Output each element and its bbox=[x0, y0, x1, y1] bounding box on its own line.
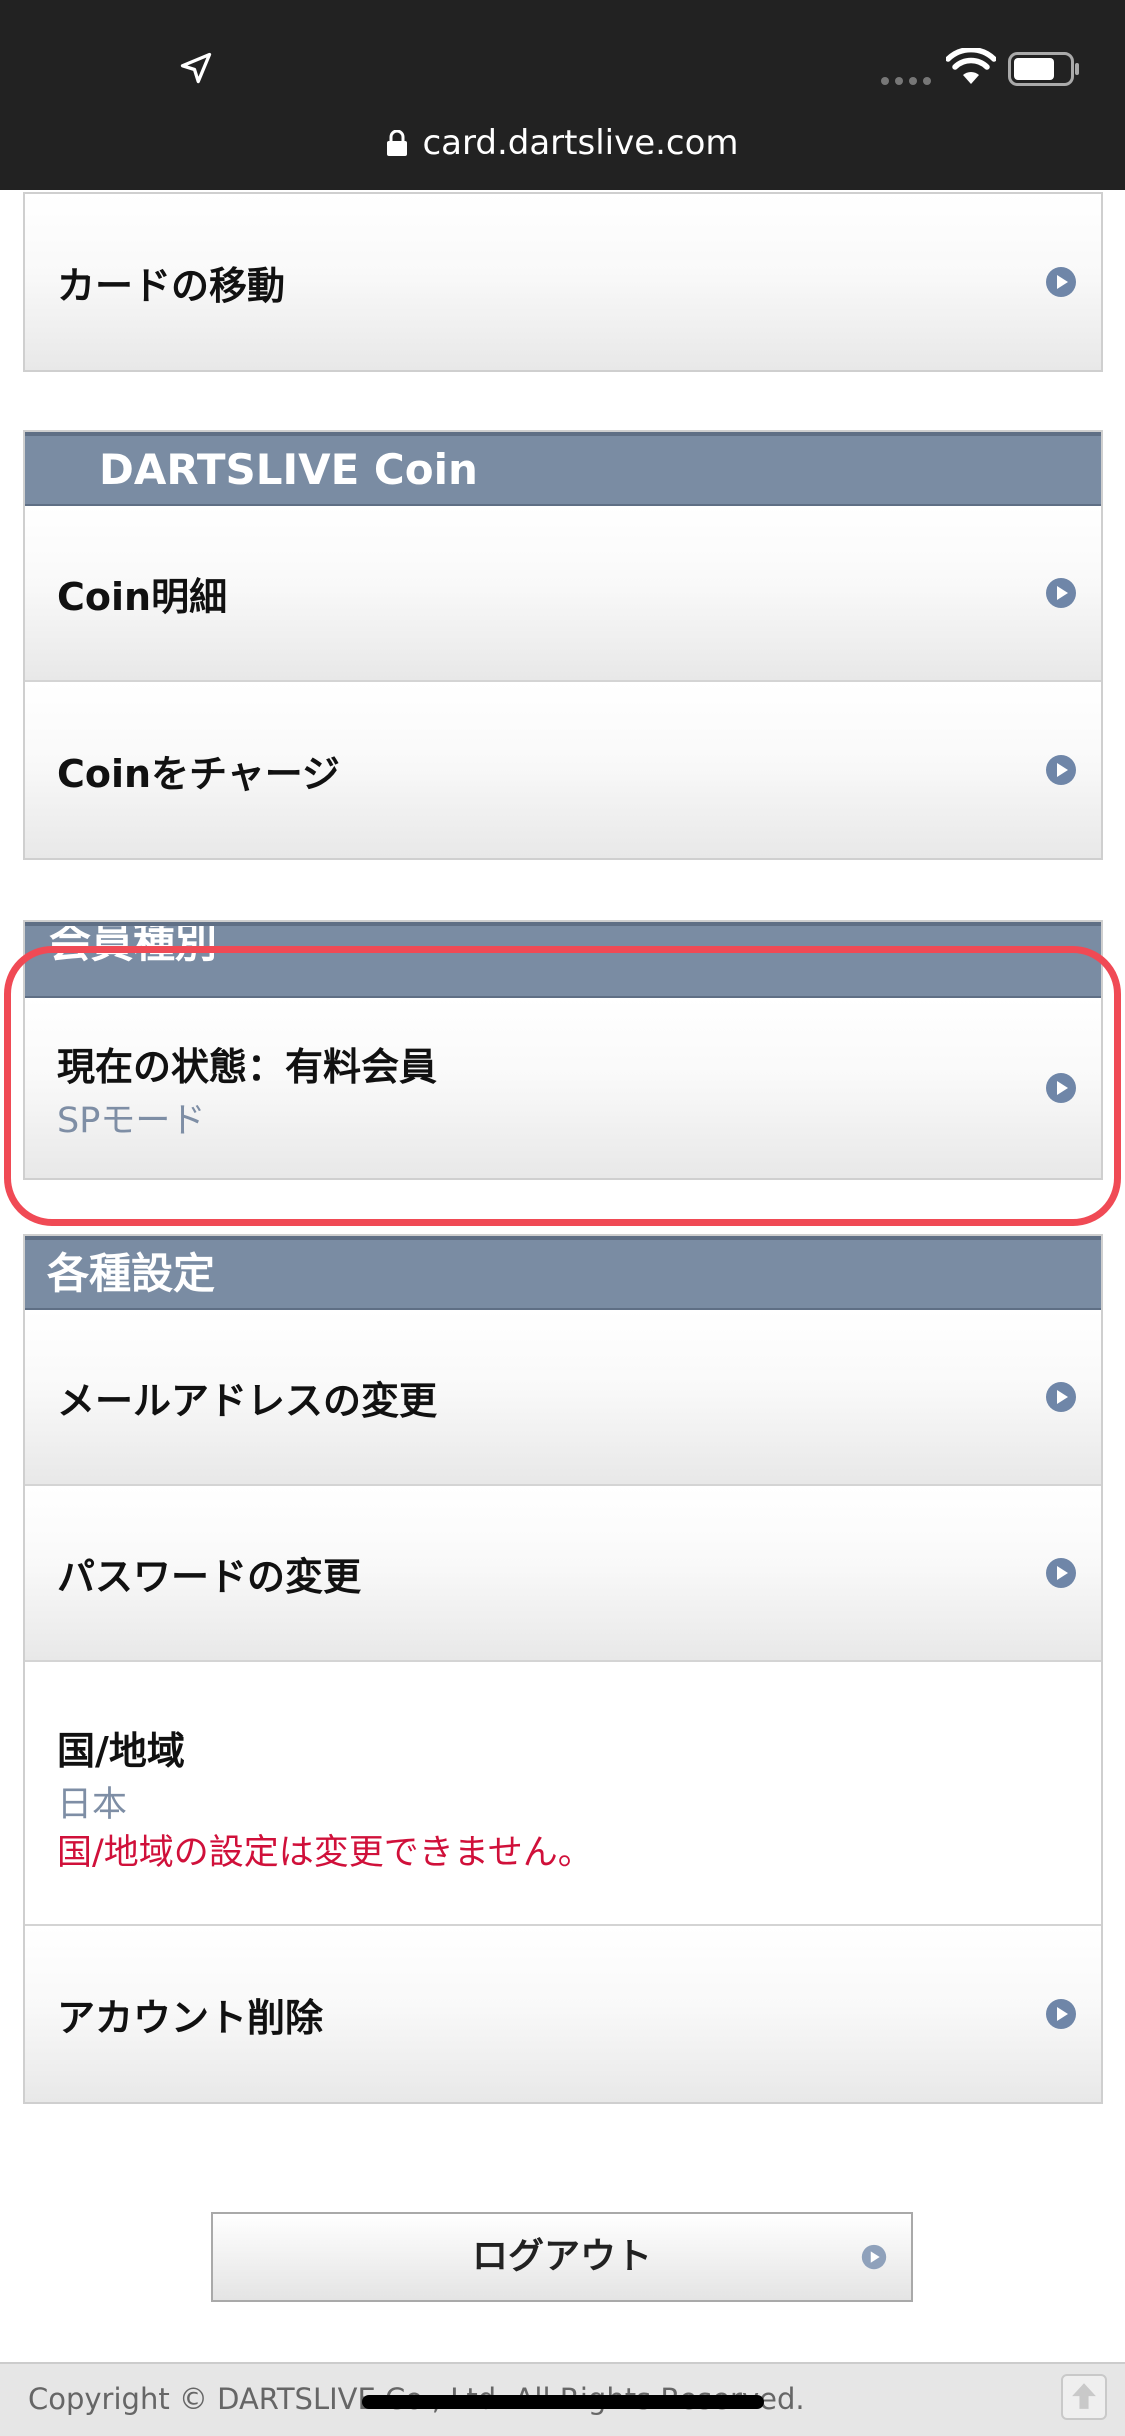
section-title-settings: 各種設定 bbox=[25, 1236, 1101, 1310]
membership-section: 会員種別 現在の状態：有料会員 SPモード bbox=[23, 920, 1103, 1180]
menu-item-label: カードの移動 bbox=[57, 263, 286, 308]
settings-section: 各種設定 メールアドレスの変更 パスワードの変更 国/地域 日本 国/地域の設定… bbox=[23, 1234, 1103, 2104]
card-move-box: カードの移動 bbox=[23, 192, 1103, 372]
membership-mode-text: SPモード bbox=[57, 1101, 206, 1141]
cellular-signal-icon bbox=[881, 77, 931, 85]
arrow-right-icon bbox=[1046, 1558, 1076, 1588]
arrow-right-icon bbox=[1046, 1382, 1076, 1412]
menu-item-change-password[interactable]: パスワードの変更 bbox=[25, 1486, 1101, 1662]
battery-icon bbox=[1008, 52, 1079, 86]
menu-item-delete-account[interactable]: アカウント削除 bbox=[25, 1926, 1101, 2102]
menu-item-label: メールアドレスの変更 bbox=[57, 1378, 438, 1423]
menu-item-coin-history[interactable]: Coin明細 bbox=[25, 506, 1101, 682]
location-arrow-icon bbox=[180, 52, 212, 84]
arrow-right-icon bbox=[1046, 578, 1076, 608]
logout-label: ログアウト bbox=[471, 2236, 652, 2277]
address-bar[interactable]: card.dartslive.com bbox=[0, 118, 1125, 168]
region-info: 国/地域 日本 国/地域の設定は変更できません。 bbox=[25, 1662, 1101, 1926]
section-title-coin: DARTSLIVE Coin bbox=[25, 432, 1101, 506]
lock-icon bbox=[387, 130, 408, 156]
coin-section: DARTSLIVE Coin Coin明細 Coinをチャージ bbox=[23, 430, 1103, 860]
url-text: card.dartslive.com bbox=[422, 123, 739, 163]
menu-item-coin-charge[interactable]: Coinをチャージ bbox=[25, 682, 1101, 858]
page-top-button[interactable] bbox=[1061, 2374, 1107, 2420]
wifi-icon bbox=[946, 48, 996, 84]
logout-button[interactable]: ログアウト bbox=[211, 2212, 913, 2302]
menu-item-label: パスワードの変更 bbox=[57, 1554, 362, 1599]
home-indicator bbox=[362, 2395, 764, 2409]
arrow-up-icon bbox=[1072, 2383, 1096, 2409]
section-title-membership: 会員種別 bbox=[25, 922, 1101, 998]
menu-item-change-email[interactable]: メールアドレスの変更 bbox=[25, 1310, 1101, 1486]
menu-item-label: アカウント削除 bbox=[57, 1995, 324, 2040]
region-value: 日本 bbox=[57, 1785, 128, 1825]
arrow-right-icon bbox=[1046, 755, 1076, 785]
menu-item-label: Coinをチャージ bbox=[57, 751, 340, 796]
menu-item-card-move[interactable]: カードの移動 bbox=[25, 194, 1101, 370]
region-note: 国/地域の設定は変更できません。 bbox=[57, 1833, 593, 1873]
menu-item-label: Coin明細 bbox=[57, 574, 228, 619]
browser-top-bar: card.dartslive.com bbox=[0, 0, 1125, 190]
membership-status-text: 現在の状態：有料会員 bbox=[57, 1045, 438, 1089]
arrow-right-icon bbox=[1046, 1073, 1076, 1103]
arrow-right-icon bbox=[1046, 267, 1076, 297]
region-label: 国/地域 bbox=[57, 1729, 185, 1773]
arrow-right-icon bbox=[1046, 1999, 1076, 2029]
arrow-right-icon bbox=[861, 2244, 887, 2270]
menu-item-membership-status[interactable]: 現在の状態：有料会員 SPモード bbox=[25, 998, 1101, 1178]
